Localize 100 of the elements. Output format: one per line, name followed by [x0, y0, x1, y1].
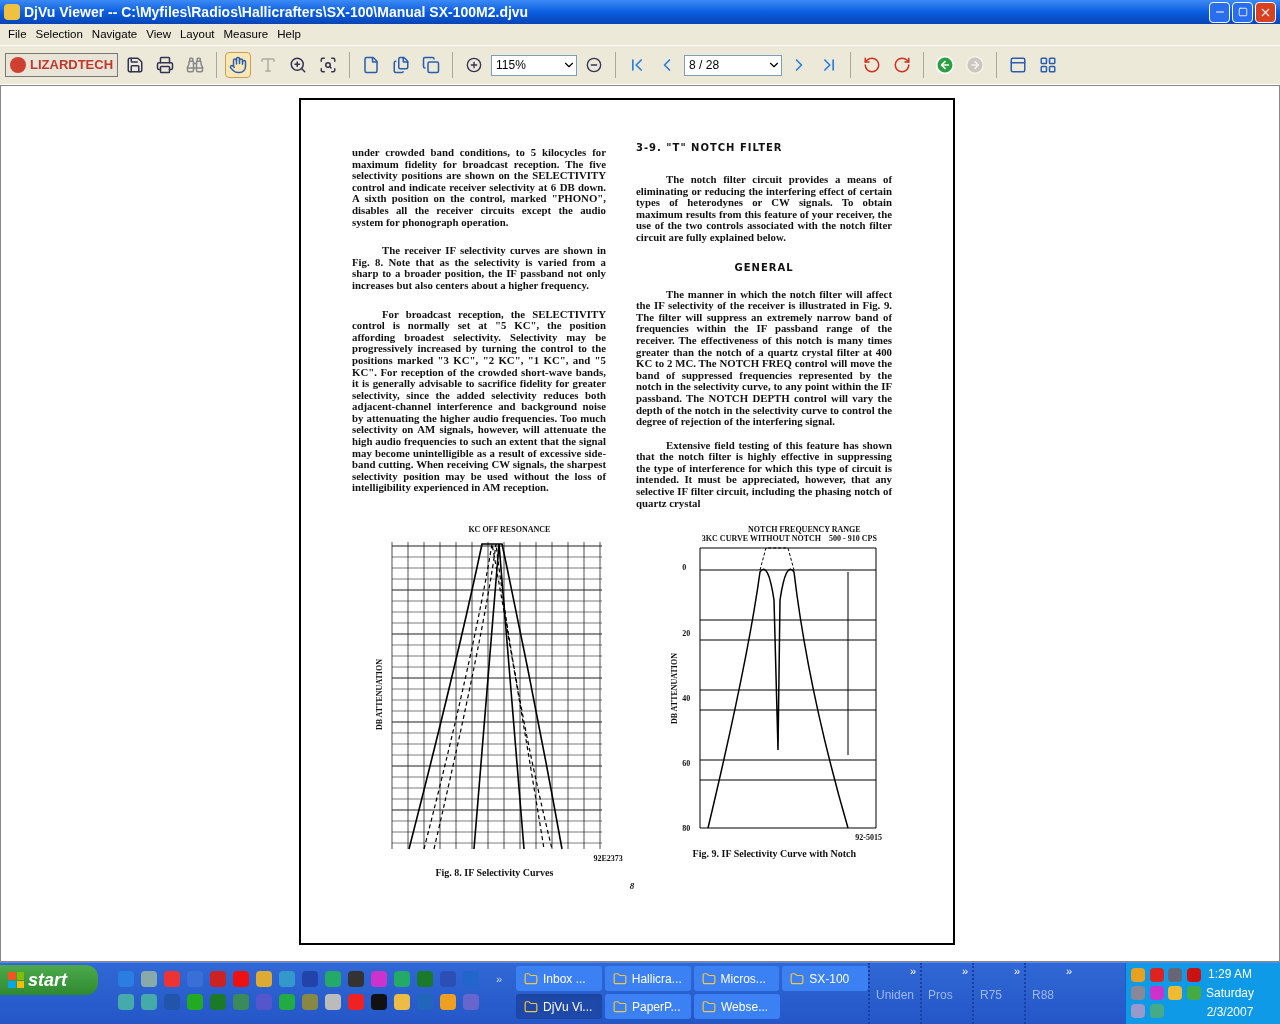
folder-icon — [790, 971, 805, 986]
tray-icon[interactable] — [1149, 986, 1164, 1000]
windows-logo-icon — [8, 972, 24, 988]
start-button[interactable]: start — [0, 965, 98, 995]
clock-date: 2/3/2007 — [1206, 1004, 1254, 1021]
panel-icon — [1009, 56, 1028, 74]
logo-button[interactable]: LIZARDTECH — [5, 53, 119, 77]
tray-icon[interactable] — [1186, 986, 1201, 1000]
curve-label: 3KC CURVE WITHOUT NOTCH — [701, 534, 822, 544]
program-icon[interactable] — [141, 971, 157, 988]
pages-icon — [392, 56, 411, 74]
menu-item[interactable]: View — [142, 25, 175, 44]
zoom-dropdown[interactable]: 115% — [491, 54, 578, 76]
tray-icon[interactable] — [1131, 1004, 1145, 1018]
program-icon[interactable] — [302, 971, 318, 988]
tray-icon[interactable] — [1168, 986, 1182, 1000]
clock-day: Saturday — [1206, 984, 1255, 1003]
figure-caption: Fig. 9. IF Selectivity Curve with Notch — [692, 847, 857, 862]
taskbar-button[interactable]: SX-100 — [782, 966, 868, 991]
toolbar-label: R88 — [1032, 986, 1055, 1004]
hand-icon — [229, 56, 248, 74]
rotate-right-icon — [893, 56, 912, 74]
axis-label: KC OFF RESONANCE — [468, 525, 551, 535]
program-icon[interactable] — [187, 993, 203, 1010]
program-icon[interactable] — [394, 993, 410, 1010]
program-icon[interactable] — [325, 971, 341, 988]
page-number: 8 — [629, 880, 635, 894]
tray-icon[interactable] — [1186, 968, 1201, 982]
axis-label: NOTCH FREQUENCY RANGE — [748, 525, 861, 535]
stacked-pages-icon — [422, 56, 441, 74]
menu-item[interactable]: File — [4, 25, 31, 44]
program-icon[interactable] — [325, 993, 341, 1010]
tick-label: 60 — [682, 759, 691, 768]
menu-item[interactable]: Measure — [219, 25, 273, 44]
subheading: GENERAL — [733, 260, 795, 275]
menu-item[interactable]: Navigate — [87, 25, 142, 44]
taskbar-button[interactable]: Hallicra... — [604, 966, 691, 991]
figure-code: 92-5015 — [855, 833, 882, 843]
taskbar-button[interactable]: PaperP... — [605, 994, 691, 1019]
menu-item[interactable]: Selection — [31, 25, 87, 44]
magnifier-icon — [289, 56, 308, 74]
folder-icon — [524, 999, 538, 1014]
maximize-button[interactable] — [1232, 1, 1253, 23]
taskbar-button[interactable]: Micros... — [693, 966, 780, 991]
program-icon[interactable] — [118, 993, 134, 1010]
toolbar-label: R75 — [980, 986, 1003, 1004]
text-icon — [259, 56, 278, 74]
menu-item[interactable]: Layout — [175, 25, 219, 44]
tray-icon[interactable] — [1131, 986, 1145, 1000]
program-icon[interactable] — [371, 993, 387, 1010]
chevron-button[interactable]: » — [909, 963, 916, 980]
tray-icon[interactable] — [1168, 968, 1182, 982]
body-paragraph: The receiver IF selectivity curves are shown in Fig. 8. Note that as the selectivity is varied from a sharp to a broader position, the IF passband not only increases but also centers about a higher frequency. — [352, 245, 606, 292]
menu-item[interactable]: Help — [273, 25, 305, 44]
program-icon[interactable] — [279, 971, 295, 988]
taskbar-button[interactable]: DjVu Vi... — [516, 994, 602, 1019]
program-icon[interactable] — [348, 971, 364, 988]
program-icon[interactable] — [141, 993, 157, 1010]
binoculars-icon — [186, 56, 205, 74]
program-icon[interactable] — [440, 993, 456, 1010]
chevron-button[interactable]: » — [1013, 963, 1020, 980]
folder-icon — [701, 971, 716, 986]
tray-icon[interactable] — [1149, 1004, 1164, 1018]
program-icon[interactable] — [233, 993, 249, 1010]
toolbar-label: Pros — [928, 986, 954, 1004]
chevron-button[interactable]: » — [496, 971, 503, 988]
taskbar-button[interactable]: Webse... — [694, 994, 780, 1019]
minus-circle-icon — [586, 57, 603, 73]
tray-icon[interactable] — [1131, 968, 1145, 982]
program-icon[interactable] — [394, 971, 410, 988]
axis-label: DB ATTENUATION — [670, 652, 680, 724]
hand-tool-button[interactable] — [225, 52, 252, 78]
page-dropdown[interactable]: 8 / 28 — [684, 54, 783, 76]
program-icon[interactable] — [118, 971, 134, 988]
program-icon[interactable] — [302, 993, 318, 1010]
program-icon[interactable] — [164, 971, 180, 988]
minimize-button[interactable] — [1209, 1, 1230, 23]
program-icon[interactable] — [279, 993, 295, 1010]
taskbar-button[interactable]: Inbox ... — [516, 966, 602, 991]
chevron-button[interactable]: » — [961, 963, 968, 980]
program-icon[interactable] — [256, 971, 272, 988]
body-paragraph: For broadcast reception, the SELECTIVITY control is normally set at "5 KC", the position affording broadest selectivity. Selectivity may be progressively increased by turning the control to the positions marked "3 KC", "2 KC", "1 KC", and "5 KC". For reception of the crowded short-wave bands, it is generally advisable to sacrifice fidelity for greater selectivity, since the added selectivity reduces both adjacent-channel interference and background noise by attenuating the higher audio frequencies. Too much selectivity on AM signals, however, will attenuate the high audio frequencies to such an extent that the signal may become unintelligible as a result of excessive side-band cutting. When receiving CW signals, the sharpest selectivity position may be used without the loss of intelligibility experienced in AM reception. — [352, 308, 606, 495]
body-paragraph: The manner in which the notch filter will affect the IF selectivity of the receiver is illustrated in Fig. 9. The filter will suppress an extremely narrow band of frequencies within the IF passband range of the receiver. The effectiveness of this notch is many times greater than the notch of a quartz crystal filter at 400 KC to 2 MC. The NOTCH FREQ control will move the band of suppressed frequencies represented by the notch in the selectivity curve, to any point within the IF passband. The NOTCH DEPTH control will vary the depth of the notch in the selectivity curve to control the degree of rejection of the interfering signal. — [636, 288, 892, 428]
logo-icon — [10, 57, 26, 73]
body-paragraph: under crowded band conditions, to 5 kilocycles for maximum fidelity for broadcast reception. The five selectivity positions are shown on the SELECTIVITY control and indicate receiver selectivity at 6 DB down. A sixth position on the control, marked "PHONO", disables all the receiver circuits except the audio system for phonograph operation. — [352, 147, 606, 229]
program-icon[interactable] — [233, 971, 249, 988]
app-icon — [4, 4, 20, 20]
clock-time: 1:29 AM — [1208, 966, 1253, 983]
close-button[interactable] — [1255, 1, 1276, 23]
folder-icon — [524, 971, 538, 986]
section-heading: 3-9. "T" NOTCH FILTER — [636, 141, 784, 155]
tray-icon[interactable] — [1149, 968, 1164, 982]
folder-icon — [613, 999, 627, 1014]
curve-label: 500 - 910 CPS — [829, 534, 877, 544]
tick-label: 0 — [682, 563, 688, 573]
program-icon[interactable] — [348, 993, 364, 1010]
grid-icon — [1039, 56, 1058, 74]
body-paragraph: The notch filter circuit provides a means of eliminating or reducing the interfering effect of certain types of heterodynes or CW signals. To obtain maximum results from this feature of your receiver, the use of the two controls associated with the notch filter circuit are fully explained below. — [636, 174, 892, 244]
figure-caption: Fig. 8. IF Selectivity Curves — [435, 866, 554, 881]
chevron-button[interactable]: » — [1065, 963, 1072, 980]
